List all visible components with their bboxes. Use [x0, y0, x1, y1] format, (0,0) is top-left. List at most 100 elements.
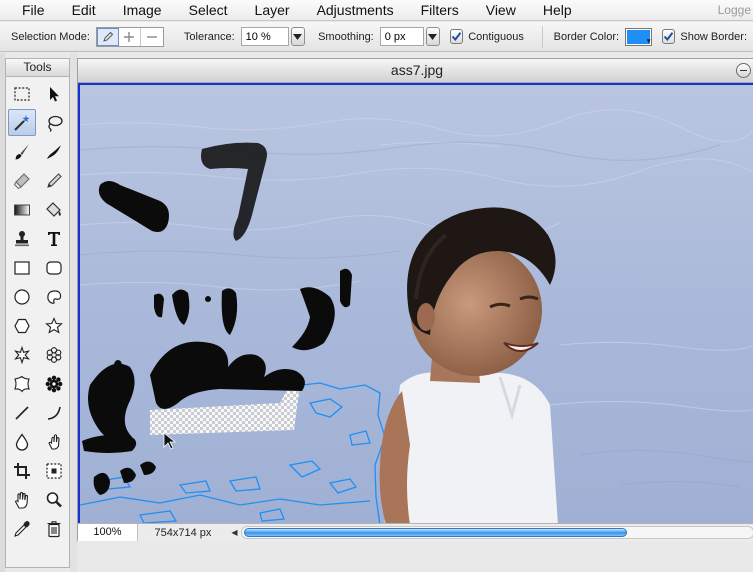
tolerance-label: Tolerance: [183, 30, 235, 43]
tool-hand[interactable] [8, 486, 36, 513]
pencil-icon [47, 172, 62, 188]
trash-icon [47, 520, 61, 537]
zoom-level-field[interactable]: 100% [78, 524, 138, 541]
scroll-thumb[interactable] [244, 528, 627, 537]
tool-gear-shape[interactable] [40, 370, 68, 397]
freeform-shape-icon [47, 289, 62, 304]
tool-line[interactable] [8, 399, 36, 426]
resize-icon [46, 462, 62, 479]
document-window: ass7.jpg 100% 754x714 px ◀ [77, 58, 753, 541]
tool-move[interactable] [40, 80, 68, 107]
tool-gradient[interactable] [8, 196, 36, 223]
rounded-rectangle-icon [46, 260, 62, 275]
tool-resize[interactable] [40, 457, 68, 484]
tool-freeform[interactable] [40, 283, 68, 310]
pencil-icon [103, 31, 114, 42]
document-title: ass7.jpg [390, 62, 444, 78]
tool-blob[interactable] [8, 370, 36, 397]
eyedropper-icon [14, 520, 30, 537]
menu-view[interactable]: View [473, 0, 530, 20]
tool-rectangle[interactable] [8, 254, 36, 281]
tool-magic-wand[interactable] [8, 109, 36, 136]
smoothing-input[interactable] [379, 27, 424, 46]
image-dimensions: 754x714 px [154, 526, 212, 539]
selection-mode-new-button[interactable] [96, 27, 119, 46]
menu-image[interactable]: Image [110, 0, 176, 20]
text-tool-icon [48, 231, 60, 246]
selection-mode-add-button[interactable] [119, 27, 141, 46]
tool-eraser[interactable] [8, 167, 36, 194]
tool-text[interactable] [40, 225, 68, 252]
tools-panel-title: Tools [6, 59, 69, 77]
menu-adjustments[interactable]: Adjustments [304, 0, 408, 20]
tool-curve[interactable] [40, 399, 68, 426]
tool-ellipse[interactable] [8, 283, 36, 310]
plus-icon [124, 31, 135, 42]
tool-smudge[interactable] [40, 138, 68, 165]
checkmark-icon [451, 32, 462, 42]
hexagon-icon [14, 318, 30, 333]
tool-clone-stamp[interactable] [8, 225, 36, 252]
tool-sponge[interactable] [40, 428, 68, 455]
sponge-finger-icon [48, 433, 60, 450]
tool-star-burst[interactable] [8, 341, 36, 368]
options-divider [541, 25, 543, 48]
curve-icon [47, 406, 61, 420]
smoothing-label: Smoothing: [318, 30, 374, 43]
tool-crop[interactable] [8, 457, 36, 484]
tool-flower[interactable] [40, 341, 68, 368]
menu-select[interactable]: Select [176, 0, 242, 20]
tool-lasso[interactable] [40, 109, 68, 136]
checkmark-icon [664, 32, 674, 42]
eraser-icon [13, 172, 30, 189]
contiguous-checkbox[interactable] [450, 29, 464, 44]
menu-layer[interactable]: Layer [242, 0, 304, 20]
chevron-down-icon [293, 33, 303, 40]
app-window: File Edit Image Select Layer Adjustments… [0, 0, 753, 572]
panel-gap [70, 53, 77, 572]
tool-brush[interactable] [8, 138, 36, 165]
magnifier-icon [46, 491, 62, 507]
document-status-bar: 100% 754x714 px ◀ [78, 523, 753, 541]
tool-fill-bucket[interactable] [40, 196, 68, 223]
bottom-workspace-strip [77, 541, 753, 572]
rectangle-icon [14, 260, 30, 275]
magic-wand-icon [14, 114, 30, 131]
tool-zoom[interactable] [40, 486, 68, 513]
menu-bar: File Edit Image Select Layer Adjustments… [0, 0, 753, 21]
gear-shape-icon [45, 375, 63, 392]
tool-options-bar: Selection Mode: Tolerance: Smoothing: Co… [0, 22, 753, 52]
minimize-button[interactable] [736, 63, 751, 78]
tolerance-dropdown-button[interactable] [290, 27, 306, 46]
line-icon [15, 405, 29, 420]
ellipse-icon [14, 288, 30, 305]
tool-rect-marquee[interactable] [8, 80, 36, 107]
selection-mode-subtract-button[interactable] [141, 28, 163, 46]
smoothing-dropdown-button[interactable] [425, 27, 441, 46]
flower-shape-icon [46, 346, 62, 363]
horizontal-scrollbar[interactable]: ◀ [228, 524, 753, 541]
tolerance-input[interactable] [240, 27, 289, 46]
tool-pencil[interactable] [40, 167, 68, 194]
star-icon [45, 316, 63, 334]
lasso-icon [48, 115, 63, 132]
tool-polygon[interactable] [8, 312, 36, 339]
paint-bucket-icon [46, 201, 61, 217]
menu-file[interactable]: File [0, 0, 59, 20]
tool-rounded-rectangle[interactable] [40, 254, 68, 281]
show-border-checkbox[interactable] [662, 29, 676, 44]
tool-blur-drop[interactable] [8, 428, 36, 455]
tool-star[interactable] [40, 312, 68, 339]
image-canvas[interactable] [78, 83, 753, 523]
tool-eyedropper[interactable] [8, 515, 36, 542]
menu-edit[interactable]: Edit [59, 0, 110, 20]
scroll-left-arrow-icon[interactable]: ◀ [228, 528, 241, 537]
document-titlebar[interactable]: ass7.jpg [78, 59, 753, 83]
smudge-icon [47, 144, 61, 159]
scroll-track[interactable] [241, 526, 753, 539]
menu-help[interactable]: Help [530, 0, 586, 20]
border-color-swatch[interactable]: ▾ [625, 27, 653, 46]
chevron-down-icon [428, 33, 438, 40]
tool-trash[interactable] [40, 515, 68, 542]
menu-filters[interactable]: Filters [408, 0, 473, 20]
